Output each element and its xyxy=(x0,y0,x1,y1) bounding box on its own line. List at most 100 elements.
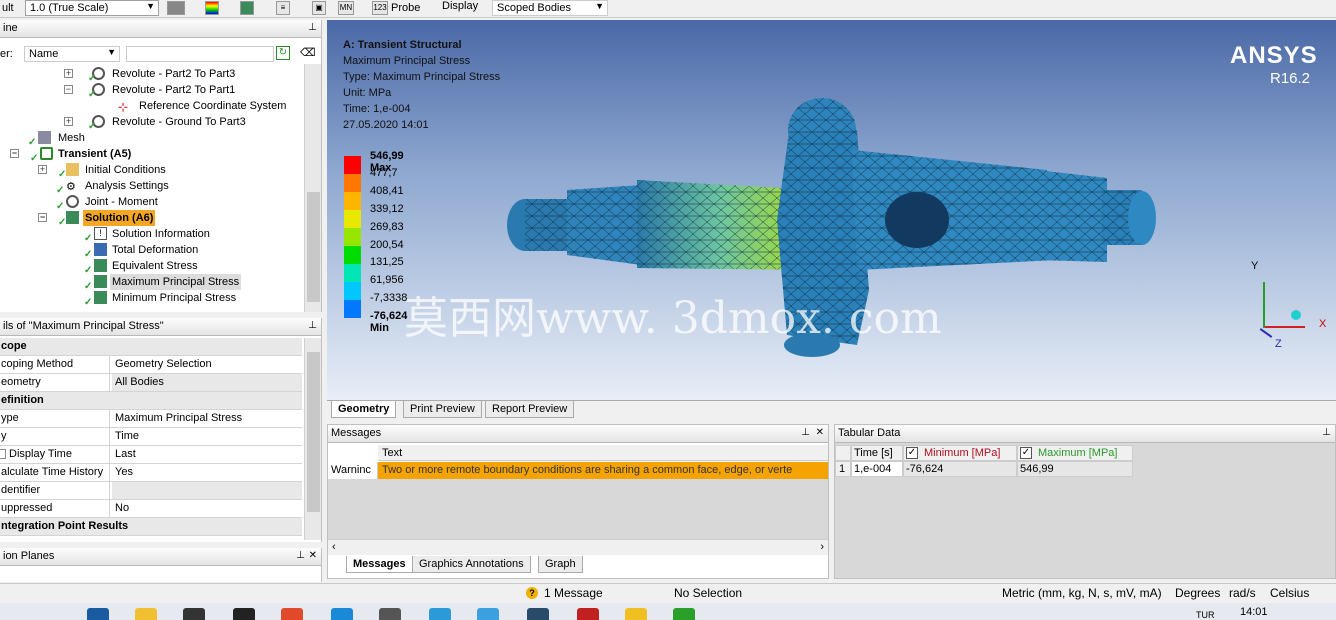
details-row[interactable]: eometry All Bodies xyxy=(0,374,302,392)
details-header: ils of "Maximum Principal Stress" ⊥ xyxy=(0,318,321,336)
tab-messages[interactable]: Messages xyxy=(346,556,413,573)
minimum-checkbox[interactable]: ✓ xyxy=(906,447,918,459)
axis-triad[interactable]: Y X Z xyxy=(1247,260,1327,350)
tab-print-preview[interactable]: Print Preview xyxy=(403,401,482,418)
pdf-icon[interactable] xyxy=(577,608,599,620)
app-icon[interactable] xyxy=(379,608,401,620)
message-text[interactable]: Two or more remote boundary conditions a… xyxy=(378,462,828,479)
clear-filter-icon[interactable]: ⌫ xyxy=(300,46,316,60)
contour-bands-icon[interactable] xyxy=(205,1,219,15)
messages-hscroll[interactable]: ‹ › xyxy=(328,539,828,555)
col-minimum[interactable]: ✓ Minimum [MPa] xyxy=(903,445,1017,461)
clock[interactable]: 14:01 xyxy=(1240,606,1268,618)
isometric-view-icon[interactable] xyxy=(1291,310,1301,320)
tab-report-preview[interactable]: Report Preview xyxy=(485,401,575,418)
vector-icon[interactable]: ≡ xyxy=(276,1,290,15)
scroll-right-icon[interactable]: › xyxy=(820,541,824,553)
pin-icon[interactable]: ⊥ xyxy=(801,427,810,438)
scale-dropdown[interactable]: 1.0 (True Scale) ▼ xyxy=(25,0,159,16)
message-type[interactable]: Warninc xyxy=(328,462,378,479)
chrome-icon[interactable] xyxy=(281,608,303,620)
filter-dropdown[interactable]: Name ▼ xyxy=(24,46,120,62)
legend-swatch-1 xyxy=(344,174,361,192)
details-section-integration[interactable]: ntegration Point Results xyxy=(0,518,302,536)
legend-label: 269,83 xyxy=(370,221,404,233)
details-row[interactable]: alculate Time History Yes xyxy=(0,464,302,482)
details-section-definition[interactable]: efinition xyxy=(0,392,302,410)
refresh-icon[interactable]: ↻ xyxy=(276,46,290,60)
outline-scrollbar[interactable] xyxy=(304,64,321,312)
col-minimum-label: Minimum [MPa] xyxy=(924,447,1001,459)
cell-time[interactable]: 1,e-004 xyxy=(851,461,903,477)
details-row[interactable]: uppressed No xyxy=(0,500,302,518)
details-row[interactable]: Display Time Last xyxy=(0,446,302,464)
details-key: dentifier xyxy=(0,482,110,499)
app-icon[interactable] xyxy=(331,608,353,620)
details-scrollbar[interactable] xyxy=(304,338,321,540)
scrollbar-thumb[interactable] xyxy=(307,352,320,512)
graphics-viewport[interactable]: A: Transient Structural Maximum Principa… xyxy=(327,20,1336,400)
app-icon[interactable] xyxy=(527,608,549,620)
probe-button[interactable]: Probe xyxy=(391,2,420,14)
display-dropdown[interactable]: Scoped Bodies ▼ xyxy=(492,0,608,16)
cell-maximum[interactable]: 546,99 xyxy=(1017,461,1133,477)
check-icon: ✓ xyxy=(84,297,93,308)
details-row[interactable]: y Time xyxy=(0,428,302,446)
z-axis-line xyxy=(1259,328,1273,338)
ansys-icon[interactable] xyxy=(625,608,647,620)
language-indicator[interactable]: TUR xyxy=(1196,610,1215,620)
close-icon[interactable]: ✕ xyxy=(816,427,824,438)
messages-col-text[interactable]: Text xyxy=(378,445,828,461)
messages-header: Messages ⊥ ✕ xyxy=(328,425,828,443)
status-rotation-units[interactable]: rad/s xyxy=(1229,586,1256,600)
edge-icon[interactable] xyxy=(87,608,109,620)
store-icon[interactable] xyxy=(233,608,255,620)
details-section-scope[interactable]: cope xyxy=(0,338,302,356)
check-icon: ✓ xyxy=(28,137,37,148)
status-angle-units[interactable]: Degrees xyxy=(1175,586,1220,600)
left-shaft xyxy=(507,180,822,270)
cell-minimum[interactable]: -76,624 xyxy=(903,461,1017,477)
app-icon[interactable] xyxy=(183,608,205,620)
col-time[interactable]: Time [s] xyxy=(851,445,903,461)
probe-icon[interactable]: 123 xyxy=(372,1,388,15)
details-row[interactable]: coping Method Geometry Selection xyxy=(0,356,302,374)
app-icon[interactable] xyxy=(673,608,695,620)
pin-icon[interactable]: ⊥ xyxy=(296,550,305,561)
details-row[interactable]: ype Maximum Principal Stress xyxy=(0,410,302,428)
edges-icon[interactable] xyxy=(240,1,254,15)
tab-geometry[interactable]: Geometry xyxy=(331,401,397,418)
scroll-left-icon[interactable]: ‹ xyxy=(332,541,336,553)
maximum-checkbox[interactable]: ✓ xyxy=(1020,447,1032,459)
pin-icon[interactable]: ⊥ xyxy=(1322,427,1331,438)
col-maximum[interactable]: ✓ Maximum [MPa] xyxy=(1017,445,1133,461)
min-icon[interactable]: MN xyxy=(338,1,354,15)
tab-graphics-annotations[interactable]: Graphics Annotations xyxy=(412,556,531,573)
file-explorer-icon[interactable] xyxy=(135,608,157,620)
tree-item-label: Solution Information xyxy=(112,228,210,240)
filter-search-input[interactable] xyxy=(126,46,274,62)
tab-graph[interactable]: Graph xyxy=(538,556,583,573)
app-icon[interactable] xyxy=(477,608,499,620)
details-value: All Bodies xyxy=(112,374,302,391)
row-index[interactable]: 1 xyxy=(835,461,851,477)
scrollbar-thumb[interactable] xyxy=(307,192,320,302)
status-units[interactable]: Metric (mm, kg, N, s, mV, mA) xyxy=(1002,586,1162,600)
display-time-checkbox[interactable] xyxy=(0,449,6,459)
check-icon: ✓ xyxy=(56,185,65,196)
status-messages[interactable]: 1 Message xyxy=(544,586,603,600)
pin-icon[interactable]: ⊥ xyxy=(308,320,317,331)
telegram-icon[interactable] xyxy=(429,608,451,620)
legend-swatch-7 xyxy=(344,282,361,300)
max-icon[interactable]: ▣ xyxy=(312,1,326,15)
tree-item-label: Initial Conditions xyxy=(85,164,166,176)
pin-icon[interactable]: ⊥ xyxy=(308,22,317,33)
details-row[interactable]: dentifier xyxy=(0,482,302,500)
geometry-display-icon[interactable] xyxy=(167,1,185,15)
status-temperature-units[interactable]: Celsius xyxy=(1270,586,1309,600)
taskbar: TUR 14:01 xyxy=(0,603,1336,620)
check-icon: ✓ xyxy=(84,249,93,260)
solution-icon xyxy=(66,211,79,224)
close-icon[interactable]: ✕ xyxy=(309,550,317,561)
check-icon: ✓ xyxy=(88,89,97,100)
